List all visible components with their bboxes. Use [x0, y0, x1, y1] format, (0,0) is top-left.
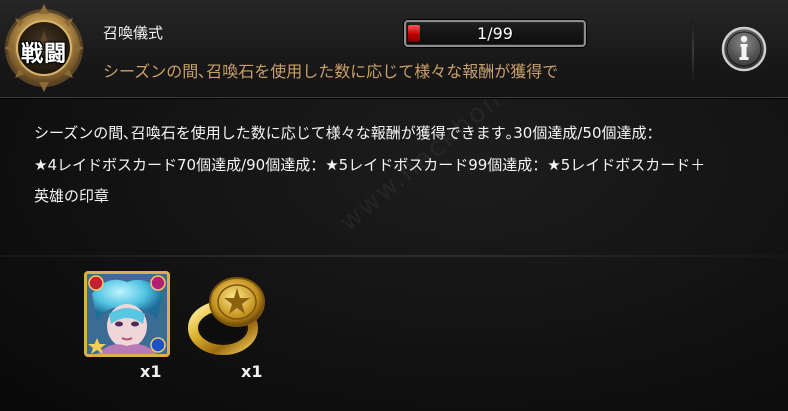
description-line: シーズンの間､召喚石を使用した数に応じて様々な報酬が獲得できます｡30個達成/5…: [34, 124, 662, 142]
event-panel: www.hackhome.com 网侠手机站 戦闘 召喚儀式 シーズンの間､召喚…: [0, 0, 788, 411]
progress-text: 1/99: [477, 24, 513, 43]
reward-count: x1: [140, 362, 162, 381]
event-subtitle: シーズンの間､召喚石を使用した数に応じて様々な報酬が獲得で: [103, 62, 559, 81]
header-divider: [692, 20, 694, 80]
event-title: 召喚儀式: [103, 24, 164, 42]
battle-badge-icon: 戦闘: [2, 2, 86, 94]
description-line: 英雄の印章: [34, 187, 110, 205]
description-line: ★4レイドボスカード70個達成/90個達成：★5レイドボスカード99個達成：★5…: [34, 155, 706, 174]
rewards-divider: [0, 255, 788, 257]
panel-header: 戦闘 召喚儀式 シーズンの間､召喚石を使用した数に応じて様々な報酬が獲得で 1/…: [0, 0, 788, 99]
info-button[interactable]: [721, 26, 767, 72]
reward-count: x1: [241, 362, 263, 381]
hero-seal-ring-icon[interactable]: [185, 272, 273, 360]
progress-bar: 1/99: [404, 20, 586, 47]
badge-label: 戦闘: [20, 42, 67, 67]
event-description: シーズンの間､召喚石を使用した数に応じて様々な報酬が獲得できます｡30個達成/5…: [34, 118, 734, 213]
raid-boss-card-icon[interactable]: [84, 271, 170, 357]
info-icon: [721, 26, 767, 72]
